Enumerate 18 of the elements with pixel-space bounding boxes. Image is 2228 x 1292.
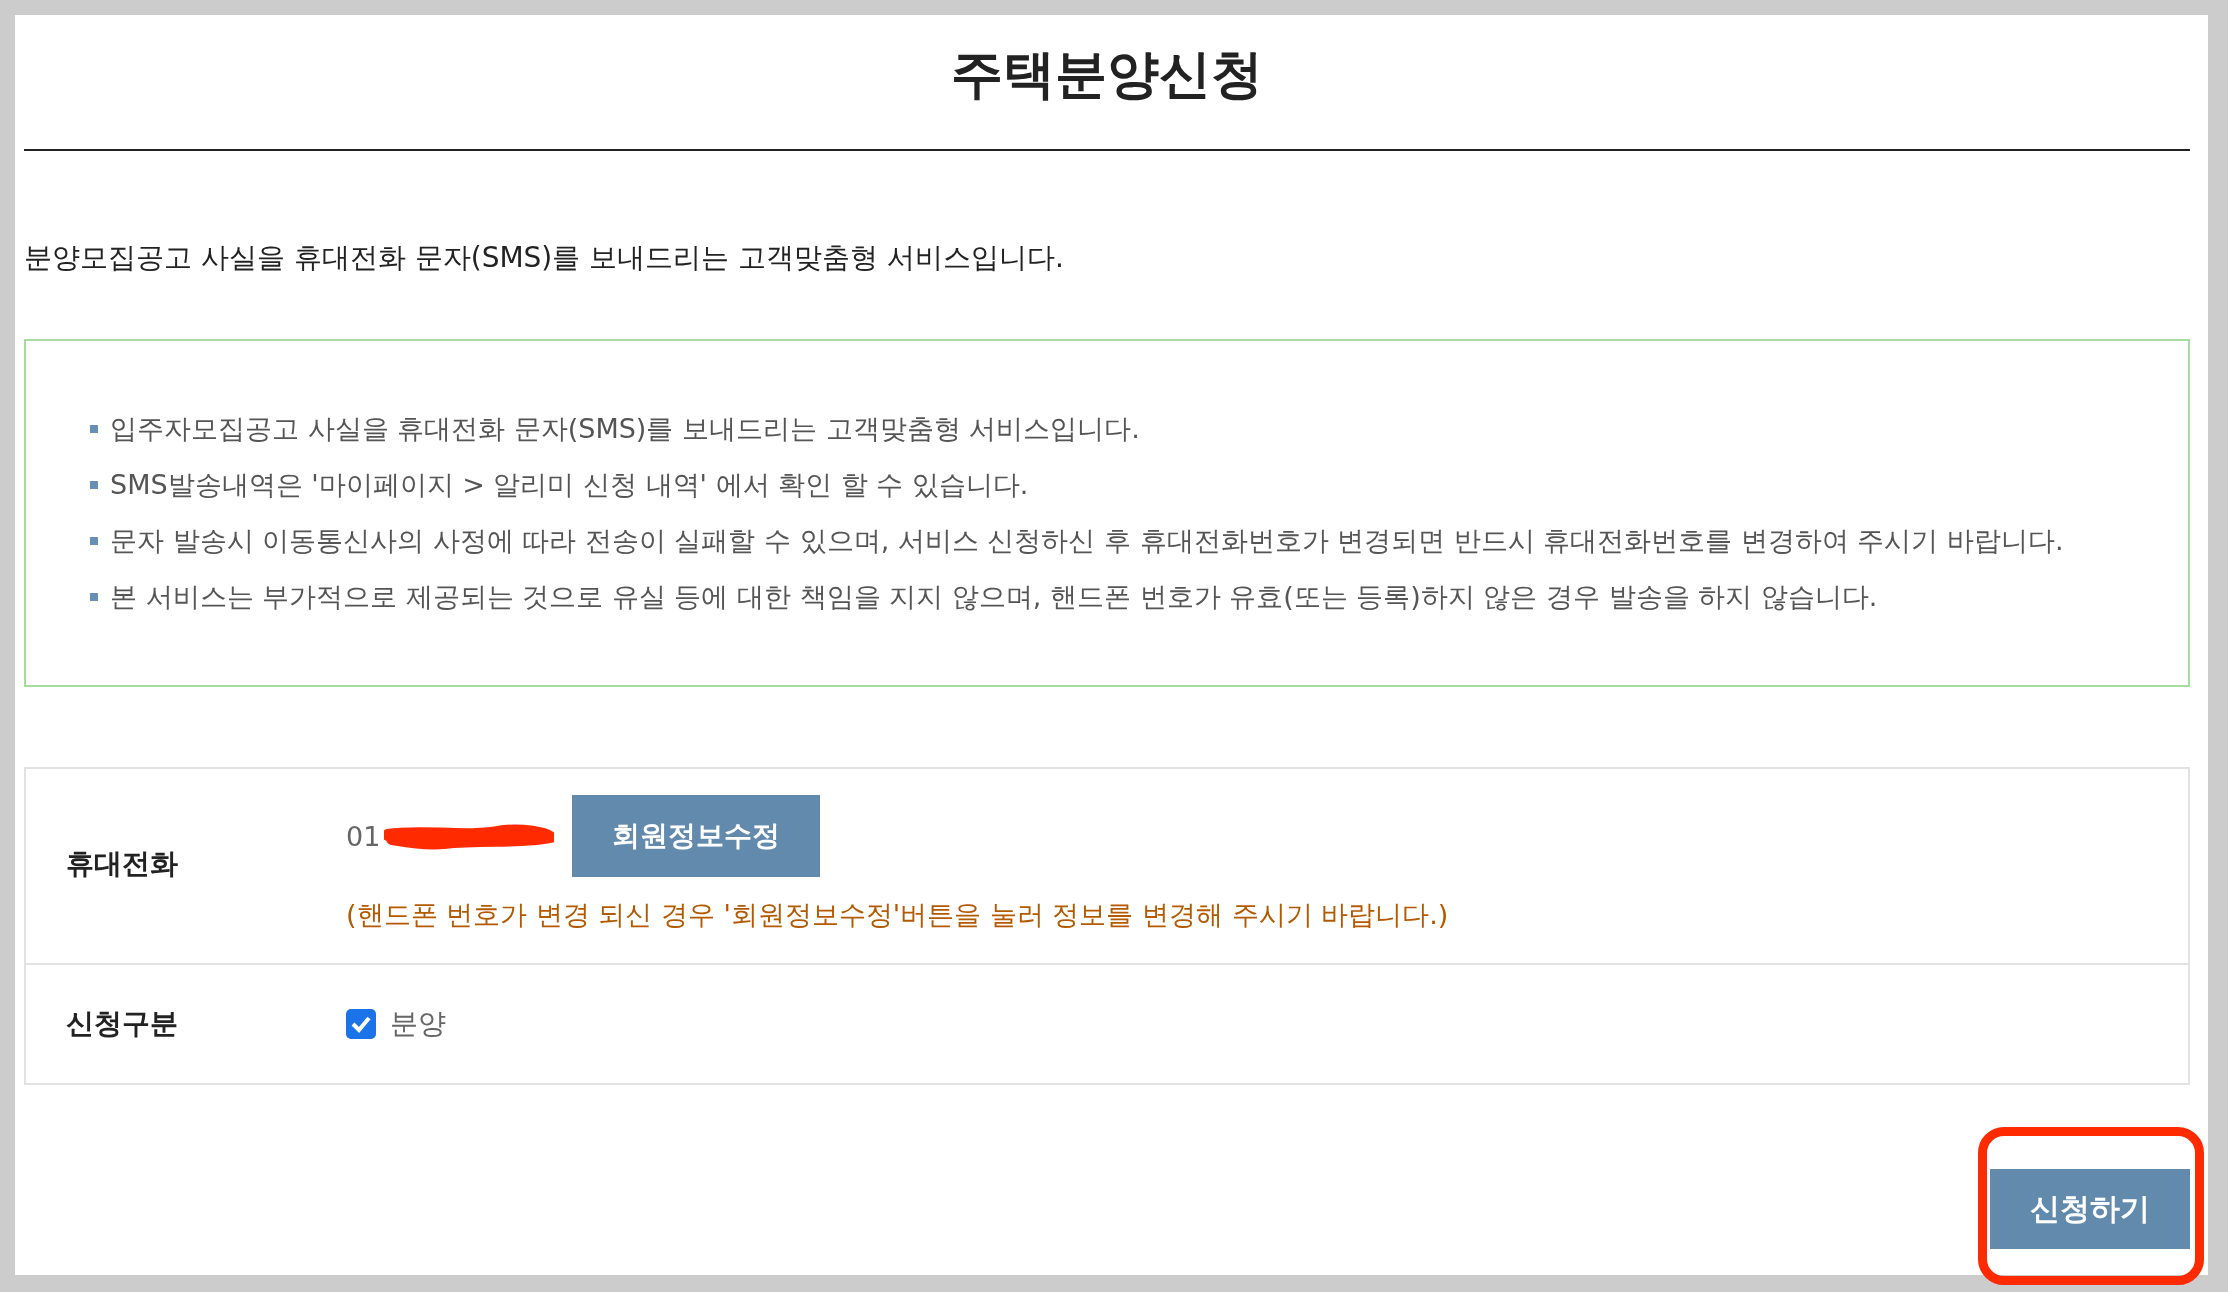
notice-text: SMS발송내역은 '마이페이지 > 알리미 신청 내역' 에서 확인 할 수 있습니다.	[110, 468, 1029, 502]
intro-text: 분양모집공고 사실을 휴대전화 문자(SMS)를 보내드리는 고객맞춤형 서비스입니다.	[24, 240, 1065, 276]
checkbox-label: 분양	[390, 1006, 446, 1042]
apply-button[interactable]: 신청하기	[1990, 1169, 2190, 1249]
bullet-icon	[90, 593, 98, 601]
notice-text: 본 서비스는 부가적으로 제공되는 것으로 유실 등에 대한 책임을 지지 않으며, 핸드폰 번호가 유효(또는 등록)하지 않은 경우 발송을 하지 않습니다.	[110, 580, 1878, 614]
phone-number: 01	[346, 820, 381, 852]
phone-note: (핸드폰 번호가 변경 되신 경우 '회원정보수정'버튼을 눌러 정보를 변경해 주시기 바랍니다.)	[346, 898, 1449, 932]
notice-text: 입주자모집공고 사실을 휴대전화 문자(SMS)를 보내드리는 고객맞춤형 서비스입니다.	[110, 412, 1140, 446]
checkbox[interactable]	[346, 1009, 376, 1039]
bullet-icon	[90, 425, 98, 433]
field-label: 휴대전화	[65, 846, 179, 882]
edit-member-info-button[interactable]: 회원정보수정	[572, 795, 821, 877]
bullet-icon	[90, 481, 98, 489]
page-title: 주택분양신청	[950, 43, 1264, 106]
notice-text: 문자 발송시 이동통신사의 사정에 따라 전송이 실패할 수 있으며, 서비스 신청하신 후 휴대전화번호가 변경되면 반드시 휴대전화번호를 변경하여 주시기 바랍니다.	[110, 524, 2064, 558]
bullet-icon	[90, 537, 98, 545]
field-label: 신청구분	[65, 1006, 179, 1042]
